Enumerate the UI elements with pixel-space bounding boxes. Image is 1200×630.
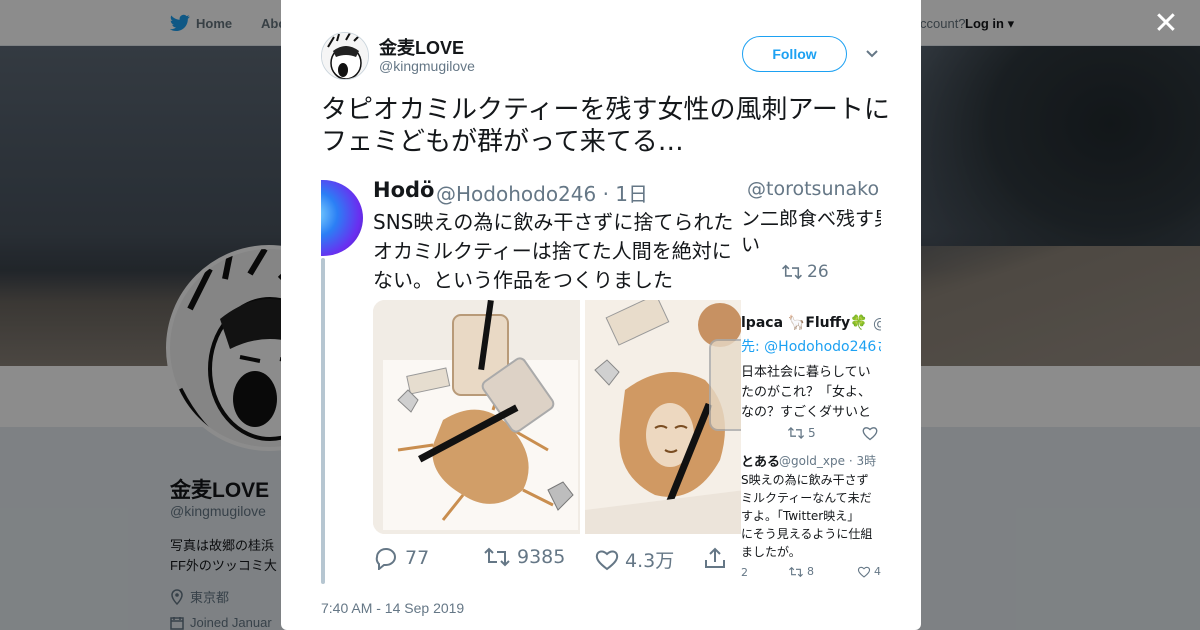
reply1-handle: @torotsunako · xyxy=(747,178,881,200)
reply1-retweet: 26 xyxy=(781,262,829,282)
embedded-author-name: Hodö xyxy=(373,178,435,202)
retweet-icon xyxy=(484,547,510,567)
embedded-reply-column: @torotsunako · ン二郎食べ残す男 い 26 lpaca 🦙Fluf… xyxy=(741,178,881,586)
reply2-at: @ xyxy=(873,316,881,332)
retweet-action: 9385 xyxy=(483,546,565,568)
reply3-line-1: S映えの為に飲み干さず xyxy=(741,473,869,487)
like-action: 4.3万 xyxy=(595,546,674,573)
retweet-icon xyxy=(789,566,803,577)
reply2-line-1: 日本社会に暮らしてい xyxy=(741,365,871,380)
embedded-thread-line xyxy=(321,258,325,584)
follow-button[interactable]: Follow xyxy=(742,36,847,72)
author-name[interactable]: 金麦LOVE xyxy=(379,34,464,60)
share-action xyxy=(703,546,727,570)
like-count: 4.3万 xyxy=(625,550,675,572)
embedded-text-line-2: オカミルクティーは捨てた人間を絶対に xyxy=(373,239,732,263)
reply3-reply-count: 2 xyxy=(741,566,748,579)
tweet-attached-image[interactable]: Hodö @Hodohodo246 · 1日 SNS映えの為に飲み干さずに捨てら… xyxy=(321,178,881,586)
reply3-line-3: すよ。「Twitter映え」 xyxy=(741,509,860,523)
reply1-rt-count: 26 xyxy=(807,262,829,282)
embedded-photo-artwork-2 xyxy=(585,300,745,534)
reply2-retweet: 5 xyxy=(787,426,816,440)
reply-action: 77 xyxy=(373,546,429,570)
author-avatar[interactable] xyxy=(321,32,369,80)
retweet-count: 9385 xyxy=(517,546,566,568)
share-icon xyxy=(705,547,725,568)
reply3-line-4: にそう見えるように仕組 xyxy=(741,527,873,541)
retweet-icon xyxy=(782,264,802,280)
reply1-text-2: い xyxy=(741,234,761,256)
tweet-timestamp[interactable]: 7:40 AM - 14 Sep 2019 xyxy=(321,600,464,616)
tweet-text: タピオカミルクティーを残す女性の風刺アートにフェミどもが群がって来てる… xyxy=(321,95,890,157)
retweet-icon xyxy=(787,427,805,439)
embedded-text-line-3: ない。という作品をつくりました xyxy=(373,268,673,292)
reply2-rt-count: 5 xyxy=(808,426,816,440)
embedded-text-line-1: SNS映えの為に飲み干さずに捨てられた xyxy=(373,210,734,234)
tweet-modal: 金麦LOVE @kingmugilove Follow タピオカミルクティーを残… xyxy=(281,0,921,630)
embedded-action-bar: 77 9385 4.3万 xyxy=(373,546,753,576)
reply3-rt-count: 8 xyxy=(807,565,814,578)
reply-count: 77 xyxy=(405,547,430,569)
reply3-like: 4 xyxy=(857,565,881,578)
like-icon xyxy=(595,550,619,570)
reply3-name: とある xyxy=(741,455,781,470)
embedded-photo-artwork-1 xyxy=(373,300,580,534)
reply3-like-count: 4 xyxy=(874,565,881,578)
reply1-text-1: ン二郎食べ残す男 xyxy=(741,208,881,230)
reply3-line-2: ミルクティーなんて未だ xyxy=(741,491,872,505)
reply3-retweet: 8 xyxy=(788,565,814,578)
embedded-avatar xyxy=(321,180,363,256)
reply2-name: lpaca 🦙Fluffy🍀 xyxy=(741,315,868,331)
reply3-line-5: ましたが。 xyxy=(741,545,801,559)
reply2-line-2: たのがこれ？「女よ、 xyxy=(741,385,872,400)
like-icon xyxy=(857,566,871,578)
chevron-down-icon[interactable] xyxy=(863,44,881,62)
reply2-line-3: なの？すごくダサいと xyxy=(741,405,872,420)
reply3-handle: @gold_xpe · 3時 xyxy=(779,454,877,468)
author-handle[interactable]: @kingmugilove xyxy=(379,58,475,74)
like-icon xyxy=(862,427,878,441)
embedded-handle-time: @Hodohodo246 · 1日 xyxy=(436,182,649,206)
reply-icon xyxy=(375,548,396,570)
reply2-to: 先: @Hodohodo246さ xyxy=(741,339,881,355)
close-icon[interactable]: ✕ xyxy=(1150,8,1182,40)
